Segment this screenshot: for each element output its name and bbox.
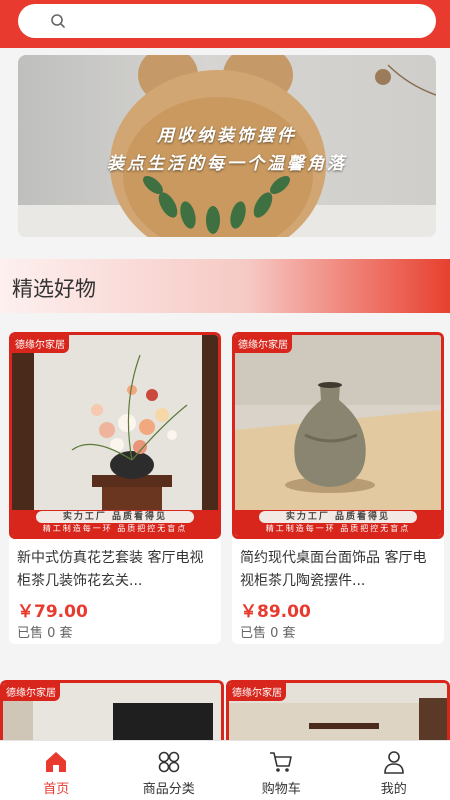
search-bar[interactable] — [18, 4, 436, 38]
category-icon — [158, 751, 180, 773]
promo-strip: 实力工厂 品质看得见 精工制造每一环 品质把控无盲点 — [12, 510, 218, 536]
banner-carousel[interactable]: 用收纳装饰摆件 装点生活的每一个温馨角落 — [18, 55, 436, 237]
promo-tagline: 实力工厂 品质看得见 — [36, 511, 194, 523]
header-bar — [0, 0, 450, 48]
banner-image — [18, 55, 436, 237]
promo-subtag: 精工制造每一环 品质把控无盲点 — [265, 524, 411, 533]
tab-label: 商品分类 — [142, 782, 195, 797]
user-icon — [383, 751, 404, 774]
section-title: 精选好物 — [12, 277, 96, 301]
promo-strip: 实力工厂 品质看得见 精工制造每一环 品质把控无盲点 — [235, 510, 441, 536]
tab-cart[interactable]: 购物车 — [225, 741, 338, 800]
cart-icon — [270, 752, 293, 772]
product-name: 新中式仿真花艺套装 客厅电视柜茶几装饰花玄关... — [17, 550, 204, 589]
product-card[interactable]: 德缘尔家居 实力工厂 品质看得见 精工制造每一环 品质把控无盲点 新中式仿真花艺… — [9, 332, 221, 644]
home-icon — [46, 752, 67, 772]
product-image: 德缘尔家居 实力工厂 品质看得见 精工制造每一环 品质把控无盲点 — [9, 332, 221, 539]
product-sold-count: 已售 0 套 — [240, 626, 296, 641]
brand-badge: 德缘尔家居 — [12, 335, 69, 353]
tab-label: 首页 — [43, 782, 70, 797]
brand-badge: 德缘尔家居 — [229, 683, 286, 701]
product-price: ￥89.00 — [240, 602, 311, 622]
product-image: 德缘尔家居 实力工厂 品质看得见 精工制造每一环 品质把控无盲点 — [232, 332, 444, 539]
search-icon — [51, 14, 65, 28]
featured-section-header: 精选好物 — [0, 259, 450, 313]
product-photo-flowers — [12, 335, 218, 536]
promo-subtag: 精工制造每一环 品质把控无盲点 — [42, 524, 188, 533]
brand-badge: 德缘尔家居 — [235, 335, 292, 353]
promo-tagline: 实力工厂 品质看得见 — [259, 511, 417, 523]
tab-profile[interactable]: 我的 — [338, 741, 450, 800]
bottom-tab-bar: 首页 商品分类 购物车 我的 — [0, 740, 450, 800]
banner-subheadline: 装点生活的每一个温馨角落 — [107, 154, 347, 174]
tab-label: 购物车 — [261, 782, 301, 797]
page: 用收纳装饰摆件 装点生活的每一个温馨角落 精选好物 德缘尔家居 实力工厂 品质看… — [0, 0, 450, 800]
product-card[interactable]: 德缘尔家居 实力工厂 品质看得见 精工制造每一环 品质把控无盲点 简约现代桌面台… — [232, 332, 444, 644]
product-price: ￥79.00 — [17, 602, 88, 622]
product-photo-vase — [235, 335, 441, 536]
tab-home[interactable]: 首页 — [0, 741, 113, 800]
tab-category[interactable]: 商品分类 — [113, 741, 226, 800]
brand-badge: 德缘尔家居 — [3, 683, 60, 701]
banner-headline: 用收纳装饰摆件 — [157, 126, 297, 146]
product-sold-count: 已售 0 套 — [17, 626, 73, 641]
tab-label: 我的 — [380, 782, 407, 797]
product-name: 简约现代桌面台面饰品 客厅电视柜茶几陶瓷摆件... — [240, 550, 427, 589]
